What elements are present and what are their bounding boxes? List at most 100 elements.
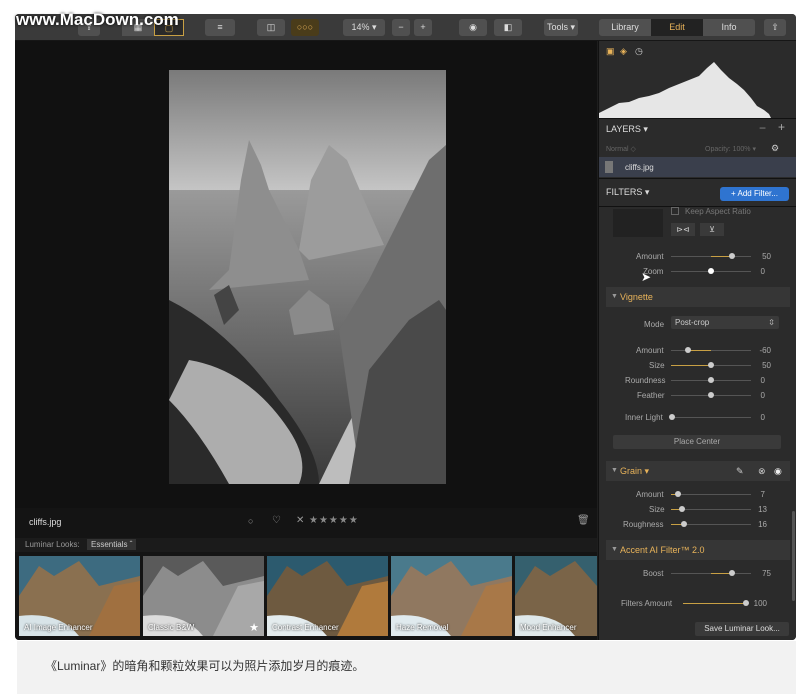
keep-aspect-checkbox[interactable] <box>671 207 679 215</box>
look-thumbnail[interactable]: Classic B&W ★ <box>143 556 264 636</box>
inner-light-slider[interactable] <box>671 417 751 418</box>
accent-title: Accent AI Filter™ 2.0 <box>620 545 705 555</box>
looks-set-select[interactable]: Essentials ˆ <box>87 539 137 550</box>
slider-fill <box>671 365 711 366</box>
zoom-value: 0 <box>760 267 765 276</box>
slider-value: 50 <box>762 361 771 370</box>
trash-icon[interactable]: 🗑 <box>577 515 590 526</box>
slider-knob[interactable] <box>681 521 687 527</box>
save-look-button[interactable]: Save Luminar Look... <box>695 622 789 636</box>
inner-light-value: 0 <box>760 413 765 422</box>
place-center-button[interactable]: Place Center <box>613 435 781 449</box>
look-thumbnail[interactable]: AI Image Enhancer <box>19 556 140 636</box>
remove-layer-button[interactable]: − <box>759 121 766 135</box>
tools-menu[interactable]: Tools ▾ <box>544 19 578 36</box>
look-label: Haze Removal <box>396 623 449 632</box>
slider-fill <box>683 603 745 604</box>
look-thumbnail[interactable]: Mood Enhancer <box>515 556 597 636</box>
amount-slider-knob[interactable] <box>729 253 735 259</box>
vignette-section-header[interactable]: ▼ Vignette <box>606 287 790 307</box>
zoom-select[interactable]: 14% ▾ <box>343 19 385 36</box>
slider-fill <box>711 573 731 574</box>
reset-icon[interactable]: ⊗ <box>758 461 766 481</box>
vignette-title: Vignette <box>620 292 653 302</box>
slider-label: Roundness <box>625 376 666 385</box>
inner-light-label: Inner Light <box>625 413 663 422</box>
photo-info-bar: cliffs.jpg ○ ♡ ✕ ★★★★★ 🗑 <box>15 508 597 538</box>
slider-value: -60 <box>759 346 771 355</box>
divider <box>599 178 796 179</box>
look-label: Classic B&W <box>148 623 195 632</box>
slider-knob[interactable] <box>679 506 685 512</box>
histogram <box>599 62 771 118</box>
slider-knob[interactable] <box>708 362 714 368</box>
slider-knob[interactable] <box>729 570 735 576</box>
add-filter-button[interactable]: + Add Filter... <box>720 187 789 201</box>
compare-button[interactable]: ◧ <box>494 19 522 36</box>
mode-label: Mode <box>644 320 665 329</box>
slider-label: Amount <box>636 346 664 355</box>
blend-mode-value: Normal <box>606 146 629 153</box>
slider-knob[interactable] <box>675 491 681 497</box>
layers-icon[interactable]: ◈ <box>620 46 627 57</box>
favorite-star-icon[interactable]: ★ <box>249 621 259 634</box>
opacity-select[interactable]: Opacity: 100% ▾ <box>705 145 756 153</box>
slider-knob[interactable] <box>685 347 691 353</box>
brush-icon[interactable]: ✎ <box>736 461 744 481</box>
amount-slider-fill <box>711 256 731 257</box>
heart-icon[interactable]: ♡ <box>272 515 281 526</box>
add-layer-button[interactable]: + <box>778 120 785 134</box>
slider-value: 7 <box>760 490 765 499</box>
color-label-icon[interactable]: ○ <box>248 516 253 526</box>
zoom-out-button[interactable]: − <box>392 19 410 36</box>
filmstrip-button[interactable]: ○○○ <box>291 19 319 36</box>
slider-knob[interactable] <box>669 414 675 420</box>
tab-edit[interactable]: Edit <box>651 19 703 36</box>
boost-value: 75 <box>762 569 771 578</box>
filters-title[interactable]: FILTERS ▾ <box>606 187 649 198</box>
star-rating[interactable]: ★★★★★ <box>309 515 359 526</box>
filters-title-text: FILTERS <box>606 187 643 197</box>
layers-title[interactable]: LAYERS ▾ <box>606 124 648 135</box>
share-icon[interactable]: ⇧ <box>764 19 786 36</box>
sort-button[interactable]: ≡ <box>205 19 235 36</box>
flip-horizontal-button[interactable]: ⊳⊲ <box>671 223 695 236</box>
reject-icon[interactable]: ✕ <box>296 515 304 526</box>
sidebar-toggle-button[interactable]: ◫ <box>257 19 285 36</box>
grain-section-header[interactable]: ▼ Grain ▾ ✎ ⊗ ◉ <box>606 461 790 481</box>
mode-value: Post-crop <box>675 318 710 327</box>
look-thumbnail[interactable]: Haze Removal <box>391 556 512 636</box>
layer-row[interactable]: cliffs.jpg <box>599 157 796 177</box>
vignette-amount-slider[interactable] <box>671 350 751 351</box>
amount-value: 50 <box>762 252 771 261</box>
history-icon[interactable]: ◷ <box>635 46 643 57</box>
scrollbar[interactable] <box>792 511 795 601</box>
keep-aspect-label: Keep Aspect Ratio <box>685 207 751 216</box>
zoom-in-button[interactable]: + <box>414 19 432 36</box>
gear-icon[interactable]: ⚙ <box>771 143 779 154</box>
look-thumbnail[interactable]: Contrast Enhancer <box>267 556 388 636</box>
vignette-mode-select[interactable]: Post-crop ⇳ <box>671 316 779 329</box>
grain-amount-slider[interactable] <box>671 494 751 495</box>
slider-knob[interactable] <box>708 377 714 383</box>
boost-label: Boost <box>643 569 664 578</box>
look-label: Mood Enhancer <box>520 623 577 632</box>
slider-label: Size <box>649 361 665 370</box>
tab-info[interactable]: Info <box>703 19 755 36</box>
layers-title-text: LAYERS <box>606 124 641 134</box>
slider-knob[interactable] <box>708 392 714 398</box>
grain-title: Grain <box>620 466 643 476</box>
zoom-slider-knob[interactable] <box>708 268 714 274</box>
flip-vertical-button[interactable]: ⊻ <box>700 223 724 236</box>
accent-section-header[interactable]: ▼ Accent AI Filter™ 2.0 <box>606 540 790 560</box>
tab-library[interactable]: Library <box>599 19 651 36</box>
chevron-down-icon: ▼ <box>611 467 618 474</box>
histogram-icon[interactable]: ▣ <box>606 46 615 57</box>
edit-sidebar: ▣ ◈ ◷ LAYERS ▾ − + Normal ◇ Opacity: 100… <box>598 41 796 640</box>
blend-mode-select[interactable]: Normal ◇ <box>606 145 636 153</box>
slider-label: Amount <box>636 490 664 499</box>
looks-header: Luminar Looks: Essentials ˆ <box>15 538 597 552</box>
eye-icon[interactable]: ◉ <box>774 461 782 481</box>
eye-icon[interactable]: ◉ <box>459 19 487 36</box>
slider-label: Roughness <box>623 520 664 529</box>
